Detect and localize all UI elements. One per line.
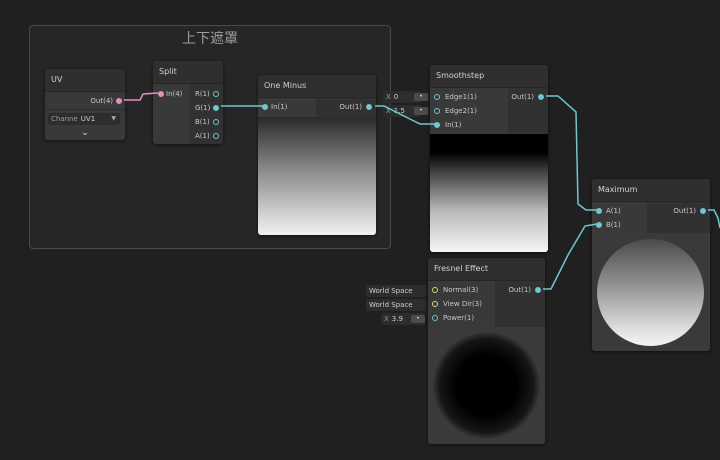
wire-fresnel-to-maximum-b[interactable] (543, 223, 598, 290)
wire-maximum-out[interactable] (708, 209, 720, 229)
wire-oneminus-to-smoothstep[interactable] (375, 105, 435, 125)
wire-uv-to-split[interactable] (124, 92, 159, 101)
wire-smoothstep-to-maximum-a[interactable] (546, 95, 597, 211)
connection-wires (124, 92, 720, 290)
